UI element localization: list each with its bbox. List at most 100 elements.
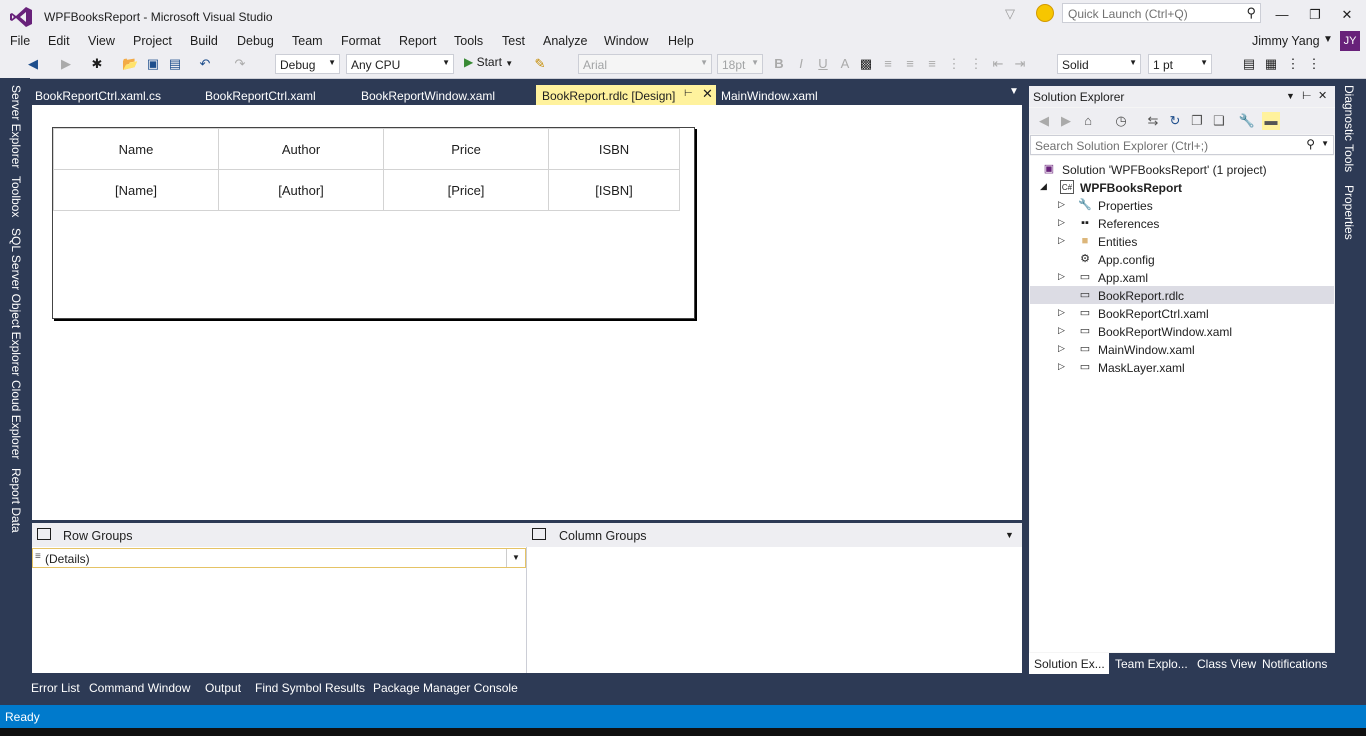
collapse-arrow-icon[interactable]: ◢ <box>1040 181 1047 192</box>
tree-item-app-xaml[interactable]: ▷ ▭ App.xaml <box>1030 268 1334 286</box>
field-cell-author[interactable]: [Author] <box>218 169 384 211</box>
find-symbol-results-tab[interactable]: Find Symbol Results <box>255 681 365 695</box>
menu-format[interactable]: Format <box>341 34 381 48</box>
header-cell-name[interactable]: Name <box>53 128 219 170</box>
back-icon[interactable]: ◀ <box>1035 112 1053 130</box>
menu-team[interactable]: Team <box>292 34 323 48</box>
expand-arrow-icon[interactable]: ▷ <box>1058 307 1065 318</box>
preview-selected-icon[interactable]: ▬ <box>1262 112 1280 130</box>
cloud-explorer-tab[interactable]: Cloud Explorer <box>9 380 23 459</box>
error-list-tab[interactable]: Error List <box>31 681 80 695</box>
decrease-indent-icon[interactable]: ⇤ <box>990 56 1006 72</box>
tree-item-app-config[interactable]: ⚙ App.config <box>1030 250 1334 268</box>
toolbar-overflow-icon[interactable]: ⋮ <box>1285 56 1301 72</box>
bold-icon[interactable]: B <box>771 56 787 72</box>
menu-file[interactable]: File <box>10 34 30 48</box>
menu-build[interactable]: Build <box>190 34 218 48</box>
menu-test[interactable]: Test <box>502 34 525 48</box>
expand-arrow-icon[interactable]: ▷ <box>1058 325 1065 336</box>
menu-view[interactable]: View <box>88 34 115 48</box>
tab-bookreportctrl-xaml[interactable]: BookReportCtrl.xaml <box>205 89 316 103</box>
server-explorer-tab[interactable]: Server Explorer <box>9 85 23 168</box>
open-file-icon[interactable]: 📂 <box>122 56 138 72</box>
tree-item-references[interactable]: ▷ ▪▪ References <box>1030 214 1334 232</box>
quick-launch-input[interactable]: Quick Launch (Ctrl+Q) ⚲ <box>1062 3 1261 23</box>
tree-item-solution[interactable]: ▣ Solution 'WPFBooksReport' (1 project) <box>1030 160 1334 178</box>
tree-item-entities[interactable]: ▷ ■ Entities <box>1030 232 1334 250</box>
expand-arrow-icon[interactable]: ▷ <box>1058 235 1065 246</box>
sync-icon[interactable]: ⇆ <box>1144 112 1162 130</box>
field-cell-isbn[interactable]: [ISBN] <box>548 169 680 211</box>
chevron-down-icon[interactable]: ▼ <box>1323 34 1333 45</box>
field-cell-price[interactable]: [Price] <box>383 169 549 211</box>
pin-tab-icon[interactable]: ⊢ <box>684 88 693 99</box>
wrench-icon[interactable]: 🔧 <box>1238 112 1256 130</box>
undo-icon[interactable]: ↶ <box>197 56 213 72</box>
filter-icon[interactable]: ▽ <box>1005 6 1015 22</box>
details-group-dropdown-icon[interactable]: ▼ <box>506 549 525 567</box>
avatar[interactable]: JY <box>1340 31 1360 51</box>
close-panel-icon[interactable]: ✕ <box>1318 89 1327 102</box>
close-button[interactable]: ✕ <box>1335 6 1359 24</box>
home-icon[interactable]: ⌂ <box>1079 112 1097 130</box>
details-group-item[interactable]: ≡ (Details) ▼ <box>32 548 526 568</box>
tree-item-project[interactable]: ◢ C# WPFBooksReport <box>1030 178 1334 196</box>
tree-item-bookreport-rdlc[interactable]: ▭ BookReport.rdlc <box>1030 286 1334 304</box>
solution-search-input[interactable]: Search Solution Explorer (Ctrl+;) ⚲ ▼ <box>1030 135 1334 155</box>
border-style-select[interactable]: Solid ▼ <box>1057 54 1141 74</box>
window-position-chevron-icon[interactable]: ▼ <box>1286 91 1295 101</box>
save-icon[interactable]: ▣ <box>145 56 161 72</box>
grouping-options-chevron-icon[interactable]: ▼ <box>1005 530 1014 540</box>
align-right-icon[interactable]: ≡ <box>924 56 940 72</box>
menu-tools[interactable]: Tools <box>454 34 483 48</box>
expand-arrow-icon[interactable]: ▷ <box>1058 217 1065 228</box>
tab-class-view[interactable]: Class View <box>1197 657 1256 671</box>
tab-bookreportwindow-xaml[interactable]: BookReportWindow.xaml <box>361 89 495 103</box>
border-width-select[interactable]: 1 pt ▼ <box>1148 54 1212 74</box>
table-border-icon[interactable]: ▦ <box>1263 56 1279 72</box>
italic-icon[interactable]: I <box>793 56 809 72</box>
solution-configuration-select[interactable]: Debug ▼ <box>275 54 340 74</box>
tab-mainwindow-xaml[interactable]: MainWindow.xaml <box>721 89 818 103</box>
menu-window[interactable]: Window <box>604 34 648 48</box>
refresh-icon[interactable]: ↻ <box>1166 112 1184 130</box>
header-cell-price[interactable]: Price <box>383 128 549 170</box>
start-debugging-button[interactable]: ▶ Start ▼ <box>464 55 513 69</box>
report-body[interactable]: Name Author Price ISBN [Name] [Author] [… <box>52 127 695 319</box>
menu-help[interactable]: Help <box>668 34 694 48</box>
tree-item-properties[interactable]: ▷ 🔧 Properties <box>1030 196 1334 214</box>
sql-server-object-explorer-tab[interactable]: SQL Server Object Explorer <box>9 228 23 376</box>
user-name[interactable]: Jimmy Yang <box>1252 34 1320 48</box>
increase-indent-icon[interactable]: ⇥ <box>1012 56 1028 72</box>
navigate-back-icon[interactable]: ◀ <box>25 56 41 72</box>
align-center-icon[interactable]: ≡ <box>902 56 918 72</box>
tab-notifications[interactable]: Notifications <box>1262 657 1327 671</box>
restore-button[interactable]: ❐ <box>1303 6 1327 24</box>
expand-arrow-icon[interactable]: ▷ <box>1058 199 1065 210</box>
tree-item-mainwindow-xaml[interactable]: ▷ ▭ MainWindow.xaml <box>1030 340 1334 358</box>
font-size-select[interactable]: 18pt ▼ <box>717 54 763 74</box>
tab-team-explorer[interactable]: Team Explo... <box>1115 657 1188 671</box>
field-cell-name[interactable]: [Name] <box>53 169 219 211</box>
show-all-files-icon[interactable]: ❑ <box>1210 112 1228 130</box>
collapse-all-icon[interactable]: ❐ <box>1188 112 1206 130</box>
minimize-button[interactable]: — <box>1270 6 1294 24</box>
command-window-tab[interactable]: Command Window <box>89 681 190 695</box>
menu-edit[interactable]: Edit <box>48 34 70 48</box>
tree-item-bookreportwindow-xaml[interactable]: ▷ ▭ BookReportWindow.xaml <box>1030 322 1334 340</box>
expand-arrow-icon[interactable]: ▷ <box>1058 361 1065 372</box>
bullet-list-icon[interactable]: ⋮ <box>968 56 984 72</box>
background-color-icon[interactable]: ▩ <box>858 56 874 72</box>
navigate-forward-icon[interactable]: ▶ <box>58 56 74 72</box>
font-color-icon[interactable]: A <box>837 56 853 72</box>
expand-arrow-icon[interactable]: ▷ <box>1058 343 1065 354</box>
font-name-select[interactable]: Arial ▼ <box>578 54 712 74</box>
header-cell-isbn[interactable]: ISBN <box>548 128 680 170</box>
tab-bookreportctrl-xaml-cs[interactable]: BookReportCtrl.xaml.cs <box>35 89 161 103</box>
redo-icon[interactable]: ↷ <box>232 56 248 72</box>
chevron-down-icon[interactable]: ▼ <box>1321 139 1329 148</box>
menu-report[interactable]: Report <box>399 34 437 48</box>
report-tablix[interactable]: Name Author Price ISBN [Name] [Author] [… <box>53 128 680 211</box>
package-manager-console-tab[interactable]: Package Manager Console <box>373 681 518 695</box>
solution-platform-select[interactable]: Any CPU ▼ <box>346 54 454 74</box>
